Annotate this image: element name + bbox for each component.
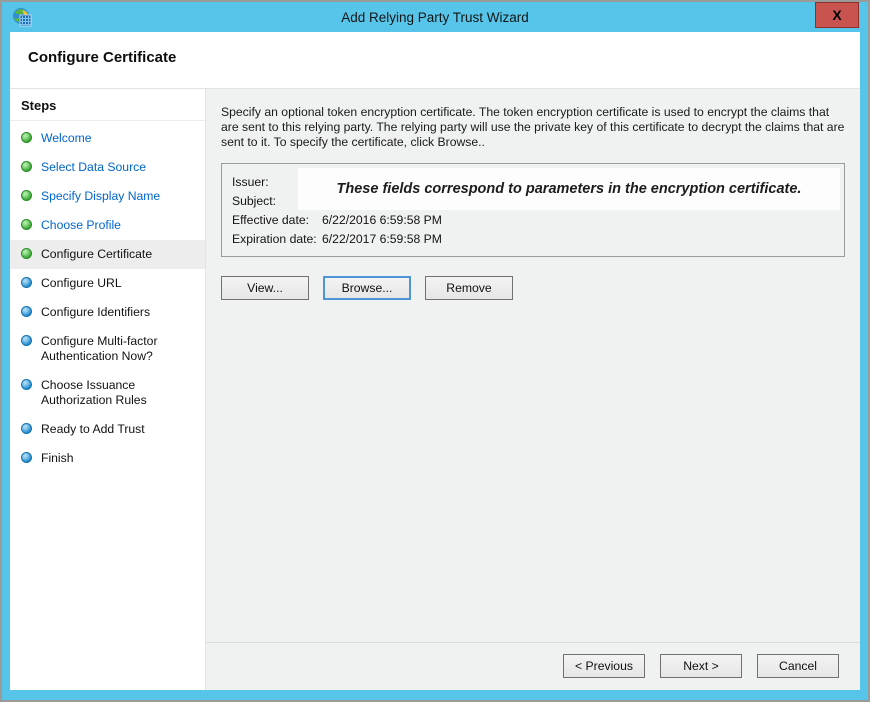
sidebar-item-select-data-source[interactable]: Select Data Source bbox=[10, 153, 205, 182]
step-status-dot bbox=[21, 335, 32, 346]
browse-button[interactable]: Browse... bbox=[323, 276, 411, 300]
step-status-dot bbox=[21, 379, 32, 390]
sidebar-item-choose-profile[interactable]: Choose Profile bbox=[10, 211, 205, 240]
cert-field-effective-date: Effective date: 6/22/2016 6:59:58 PM bbox=[232, 212, 834, 228]
close-icon: X bbox=[832, 7, 841, 23]
cert-field-expiration-date: Expiration date: 6/22/2017 6:59:58 PM bbox=[232, 231, 834, 247]
view-button[interactable]: View... bbox=[221, 276, 309, 300]
step-status-dot bbox=[21, 132, 32, 143]
sidebar-item-configure-mfa[interactable]: Configure Multi-factor Authentication No… bbox=[10, 327, 205, 371]
certificate-details-box: Issuer: Subject: Effective date: 6/22/20… bbox=[221, 163, 845, 257]
close-button[interactable]: X bbox=[815, 2, 859, 28]
previous-button[interactable]: < Previous bbox=[563, 654, 645, 678]
steps-sidebar: Steps Welcome Select Data Source Specify… bbox=[10, 89, 206, 690]
wizard-window: Add Relying Party Trust Wizard X Configu… bbox=[0, 0, 870, 702]
page-header: Configure Certificate bbox=[10, 32, 860, 88]
step-status-dot bbox=[21, 423, 32, 434]
steps-heading: Steps bbox=[10, 89, 205, 121]
step-status-dot bbox=[21, 277, 32, 288]
sidebar-item-finish[interactable]: Finish bbox=[10, 444, 205, 473]
adfs-app-icon bbox=[12, 7, 32, 27]
remove-button[interactable]: Remove bbox=[425, 276, 513, 300]
next-button[interactable]: Next > bbox=[660, 654, 742, 678]
certificate-actions: View... Browse... Remove bbox=[221, 276, 846, 300]
sidebar-item-welcome[interactable]: Welcome bbox=[10, 124, 205, 153]
steps-list: Welcome Select Data Source Specify Displ… bbox=[10, 121, 205, 473]
wizard-footer: < Previous Next > Cancel bbox=[206, 642, 860, 690]
step-description: Specify an optional token encryption cer… bbox=[221, 105, 846, 150]
step-status-dot bbox=[21, 190, 32, 201]
step-status-dot bbox=[21, 161, 32, 172]
title-bar: Add Relying Party Trust Wizard X bbox=[2, 2, 868, 32]
sidebar-item-configure-identifiers[interactable]: Configure Identifiers bbox=[10, 298, 205, 327]
step-content: Specify an optional token encryption cer… bbox=[206, 89, 860, 642]
sidebar-item-ready-to-add-trust[interactable]: Ready to Add Trust bbox=[10, 415, 205, 444]
annotation-overlay: These fields correspond to parameters in… bbox=[298, 168, 840, 210]
step-status-dot bbox=[21, 306, 32, 317]
step-status-dot bbox=[21, 219, 32, 230]
dialog-surface: Configure Certificate Steps Welcome Sele… bbox=[10, 32, 860, 690]
page-title: Configure Certificate bbox=[28, 49, 860, 66]
cancel-button[interactable]: Cancel bbox=[757, 654, 839, 678]
sidebar-item-specify-display-name[interactable]: Specify Display Name bbox=[10, 182, 205, 211]
step-status-dot bbox=[21, 452, 32, 463]
sidebar-item-configure-url[interactable]: Configure URL bbox=[10, 269, 205, 298]
annotation-text: These fields correspond to parameters in… bbox=[337, 181, 802, 197]
step-status-dot bbox=[21, 248, 32, 259]
sidebar-item-choose-issuance-rules[interactable]: Choose Issuance Authorization Rules bbox=[10, 371, 205, 415]
window-title: Add Relying Party Trust Wizard bbox=[2, 10, 868, 25]
sidebar-item-configure-certificate[interactable]: Configure Certificate bbox=[10, 240, 205, 269]
